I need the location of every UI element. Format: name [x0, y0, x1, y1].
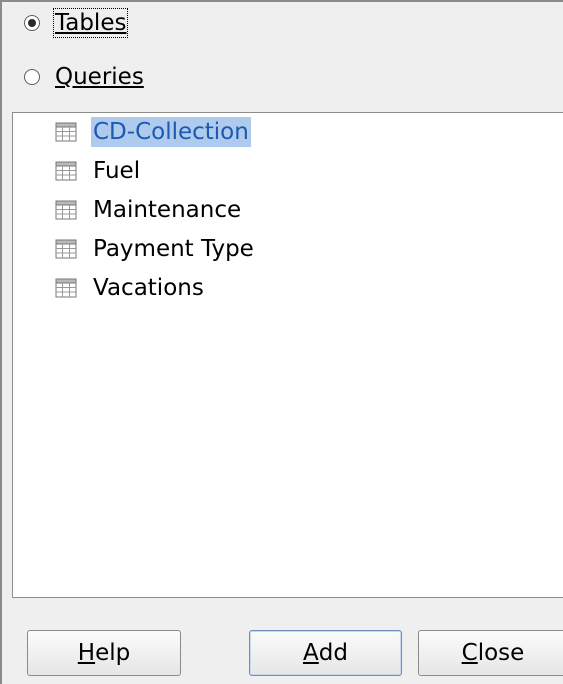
tables-radio-option[interactable]: Tables — [24, 6, 129, 40]
list-item-label: Fuel — [93, 158, 141, 184]
tables-radio-button[interactable] — [24, 15, 40, 31]
list-item-label: Vacations — [93, 275, 204, 301]
list-item-label: CD-Collection — [91, 117, 251, 147]
tables-list[interactable]: CD-Collection Fuel Maintenance Payment T… — [12, 112, 563, 598]
add-mnemonic: A — [303, 640, 319, 666]
close-label-rest: lose — [477, 640, 525, 666]
table-icon — [55, 278, 77, 298]
table-icon — [55, 122, 77, 142]
list-item-label: Maintenance — [93, 197, 242, 223]
tables-radio-label: Tables — [52, 8, 129, 38]
table-icon — [55, 239, 77, 259]
list-item[interactable]: Fuel — [55, 154, 142, 188]
help-mnemonic: H — [77, 640, 96, 666]
close-button[interactable]: Close — [418, 630, 563, 676]
table-icon — [55, 200, 77, 220]
list-item[interactable]: Maintenance — [55, 193, 243, 227]
list-item[interactable]: Vacations — [55, 271, 206, 305]
list-item[interactable]: CD-Collection — [55, 115, 251, 149]
add-label-rest: dd — [318, 640, 348, 666]
queries-radio-option[interactable]: Queries — [24, 60, 145, 94]
close-mnemonic: C — [461, 640, 478, 666]
add-button[interactable]: Add — [249, 630, 402, 676]
queries-radio-button[interactable] — [24, 69, 40, 85]
table-icon — [55, 161, 77, 181]
list-item-label: Payment Type — [93, 236, 254, 262]
queries-radio-label: Queries — [54, 63, 145, 91]
radio-selected-dot — [28, 19, 36, 27]
help-label-rest: elp — [95, 640, 131, 666]
list-item[interactable]: Payment Type — [55, 232, 256, 266]
help-button[interactable]: Help — [27, 630, 181, 676]
queries-label-text: Queries — [55, 64, 144, 90]
add-table-dialog: Tables Queries CD-Collection Fuel Mainte… — [0, 0, 563, 684]
